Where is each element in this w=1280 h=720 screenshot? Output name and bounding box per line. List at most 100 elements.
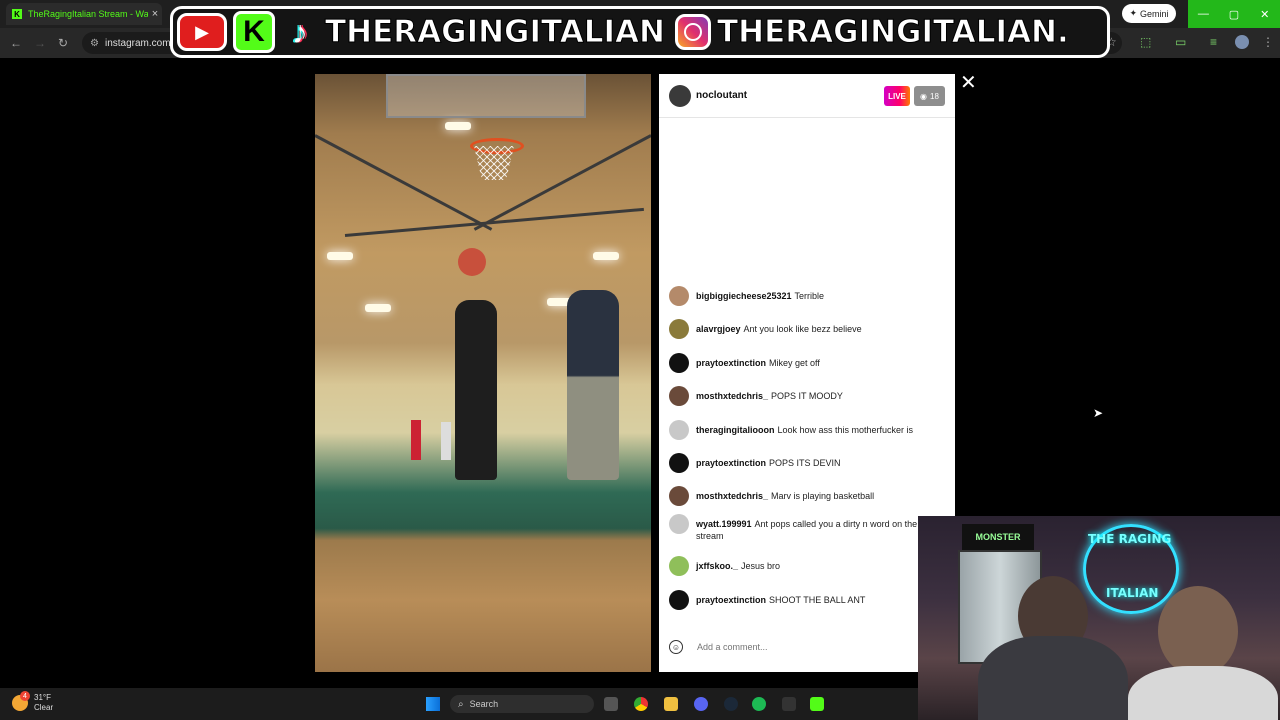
steam-icon[interactable] — [724, 697, 738, 711]
weather-desc: Clear — [34, 703, 54, 712]
commenter-username[interactable]: mosthxtedchris_ — [696, 491, 768, 501]
tiktok-handle: THERAGINGITALIAN — [325, 14, 666, 51]
profile-avatar[interactable] — [1235, 35, 1249, 49]
comment-content: praytoextinction SHOOT THE BALL ANT — [696, 594, 865, 606]
kick-logo-icon: K — [233, 11, 275, 53]
emoji-icon[interactable]: ☺ — [669, 640, 683, 654]
windows-start-icon[interactable] — [426, 697, 440, 711]
extensions-icon[interactable]: ⬚ — [1140, 35, 1151, 49]
menu-icon[interactable]: ⋮ — [1262, 35, 1274, 49]
commenter-avatar[interactable] — [669, 352, 689, 373]
commenter-username[interactable]: bigbiggiecheese25321 — [696, 291, 792, 301]
monster-fridge-logo: MONSTER — [962, 524, 1034, 550]
commenter-avatar[interactable] — [669, 556, 689, 577]
background-player — [411, 420, 421, 460]
browser-tab-kick[interactable]: K TheRagingItalian Stream - Wat × — [6, 3, 162, 25]
comment-row: alavrgjoey Ant you look like bezz believe — [669, 319, 929, 340]
comment-row: jxffskoo._ Jesus bro — [669, 556, 929, 577]
discord-icon[interactable] — [694, 697, 708, 711]
taskbar-search-label: Search — [469, 699, 499, 709]
close-live-icon[interactable]: ✕ — [960, 70, 977, 95]
commenter-avatar[interactable] — [669, 386, 689, 407]
site-info-icon[interactable]: ⚙ — [90, 38, 99, 49]
close-window-button[interactable]: ✕ — [1249, 0, 1280, 28]
forward-icon[interactable]: → — [34, 36, 46, 50]
comment-row: bigbiggiecheese25321 Terrible — [669, 286, 929, 306]
comment-content: wyatt.199991 Ant pops called you a dirty … — [696, 518, 929, 542]
viewer-count: 18 — [930, 91, 939, 101]
youtube-icon: ▶ — [177, 13, 227, 51]
commenter-username[interactable]: praytoextinction — [696, 595, 766, 605]
header-divider — [659, 117, 955, 118]
comment-content: bigbiggiecheese25321 Terrible — [696, 290, 824, 302]
minimize-button[interactable]: — — [1188, 0, 1219, 28]
kick-app-icon[interactable] — [810, 697, 824, 711]
commenter-username[interactable]: wyatt.199991 — [696, 519, 752, 529]
restore-button[interactable]: ▢ — [1219, 0, 1250, 28]
commenter-username[interactable]: theragingitaliooon — [696, 425, 775, 435]
comment-text: Jesus bro — [741, 561, 781, 572]
commenter-avatar[interactable] — [669, 453, 689, 473]
player-defending — [567, 290, 619, 480]
weather-temp: 31°F — [34, 693, 51, 702]
commenter-username[interactable]: praytoextinction — [696, 458, 766, 468]
chrome-icon[interactable] — [634, 697, 648, 711]
host-avatar[interactable] — [669, 85, 691, 107]
weather-widget[interactable]: 4 31°F Clear — [12, 691, 54, 713]
comment-content: jxffskoo._ Jesus bro — [696, 560, 780, 572]
comment-content: mosthxtedchris_ Marv is playing basketbal… — [696, 490, 874, 502]
task-view-icon[interactable] — [604, 697, 618, 711]
comment-row: mosthxtedchris_ POPS IT MOODY — [669, 386, 929, 407]
cast-icon[interactable]: ▭ — [1175, 35, 1186, 49]
media-icon[interactable]: ≡ — [1210, 35, 1217, 49]
ceiling-beam — [315, 134, 493, 231]
comment-input[interactable] — [695, 641, 899, 653]
ceiling-beam — [344, 207, 644, 237]
kick-favicon-icon: K — [12, 9, 22, 19]
taskbar-search[interactable]: ⌕ Search — [450, 695, 594, 713]
epic-games-icon[interactable] — [782, 697, 796, 711]
guest-body — [1128, 666, 1278, 720]
comment-row: wyatt.199991 Ant pops called you a dirty … — [669, 513, 929, 542]
file-explorer-icon[interactable] — [664, 697, 678, 711]
gemini-sparkle-icon: ✦ — [1129, 8, 1138, 18]
commenter-username[interactable]: jxffskoo._ — [696, 561, 738, 571]
commenter-username[interactable]: praytoextinction — [696, 358, 766, 368]
player-shooting — [455, 300, 497, 480]
ceiling-light — [593, 252, 619, 260]
viewer-count-badge[interactable]: ◉ 18 — [914, 86, 945, 106]
gemini-label: Gemini — [1140, 8, 1169, 19]
back-icon[interactable]: ← — [10, 36, 22, 50]
instagram-icon — [675, 14, 711, 50]
gemini-button[interactable]: ✦ Gemini — [1122, 4, 1176, 23]
commenter-avatar[interactable] — [669, 286, 689, 306]
commenter-avatar[interactable] — [669, 589, 689, 610]
commenter-avatar[interactable] — [669, 513, 689, 534]
tab-title: TheRagingItalian Stream - Wat — [28, 9, 148, 19]
commenter-username[interactable]: mosthxtedchris_ — [696, 391, 768, 401]
comment-text: POPS ITS DEVIN — [769, 458, 841, 468]
commenter-avatar[interactable] — [669, 419, 689, 440]
host-username[interactable]: nocloutant — [696, 90, 747, 101]
commenter-avatar[interactable] — [669, 319, 689, 340]
comment-bar: ☺ ••• — [669, 636, 945, 658]
neon-sign-line1: THE RAGING — [1088, 532, 1172, 546]
background-player — [441, 422, 451, 460]
basketball-backboard — [386, 74, 586, 118]
tab-close-icon[interactable]: × — [148, 8, 162, 20]
reload-icon[interactable]: ↻ — [58, 36, 68, 50]
comment-row: theragingitaliooon Look how ass this moth… — [669, 419, 929, 440]
comment-content: praytoextinction Mikey get off — [696, 357, 820, 369]
commenter-username[interactable]: alavrgjoey — [696, 324, 741, 334]
ceiling-light — [445, 122, 471, 130]
streamer-socials-overlay: ▶ K ♪ THERAGINGITALIAN THERAGINGITALIAN. — [170, 6, 1110, 58]
spotify-icon[interactable] — [752, 697, 766, 711]
live-comments-panel: nocloutant LIVE ◉ 18 bigbiggiecheese2532… — [659, 74, 955, 672]
comment-text: Marv is playing basketball — [771, 491, 875, 502]
comment-text: Ant you look like bezz believe — [743, 324, 862, 335]
streamer-body — [978, 636, 1128, 720]
commenter-avatar[interactable] — [669, 486, 689, 507]
url-text: instagram.com/ — [104, 37, 174, 49]
streamer-webcam: MONSTER THE RAGING ITALIAN — [918, 516, 1280, 720]
comment-text: Mikey get off — [769, 357, 820, 368]
